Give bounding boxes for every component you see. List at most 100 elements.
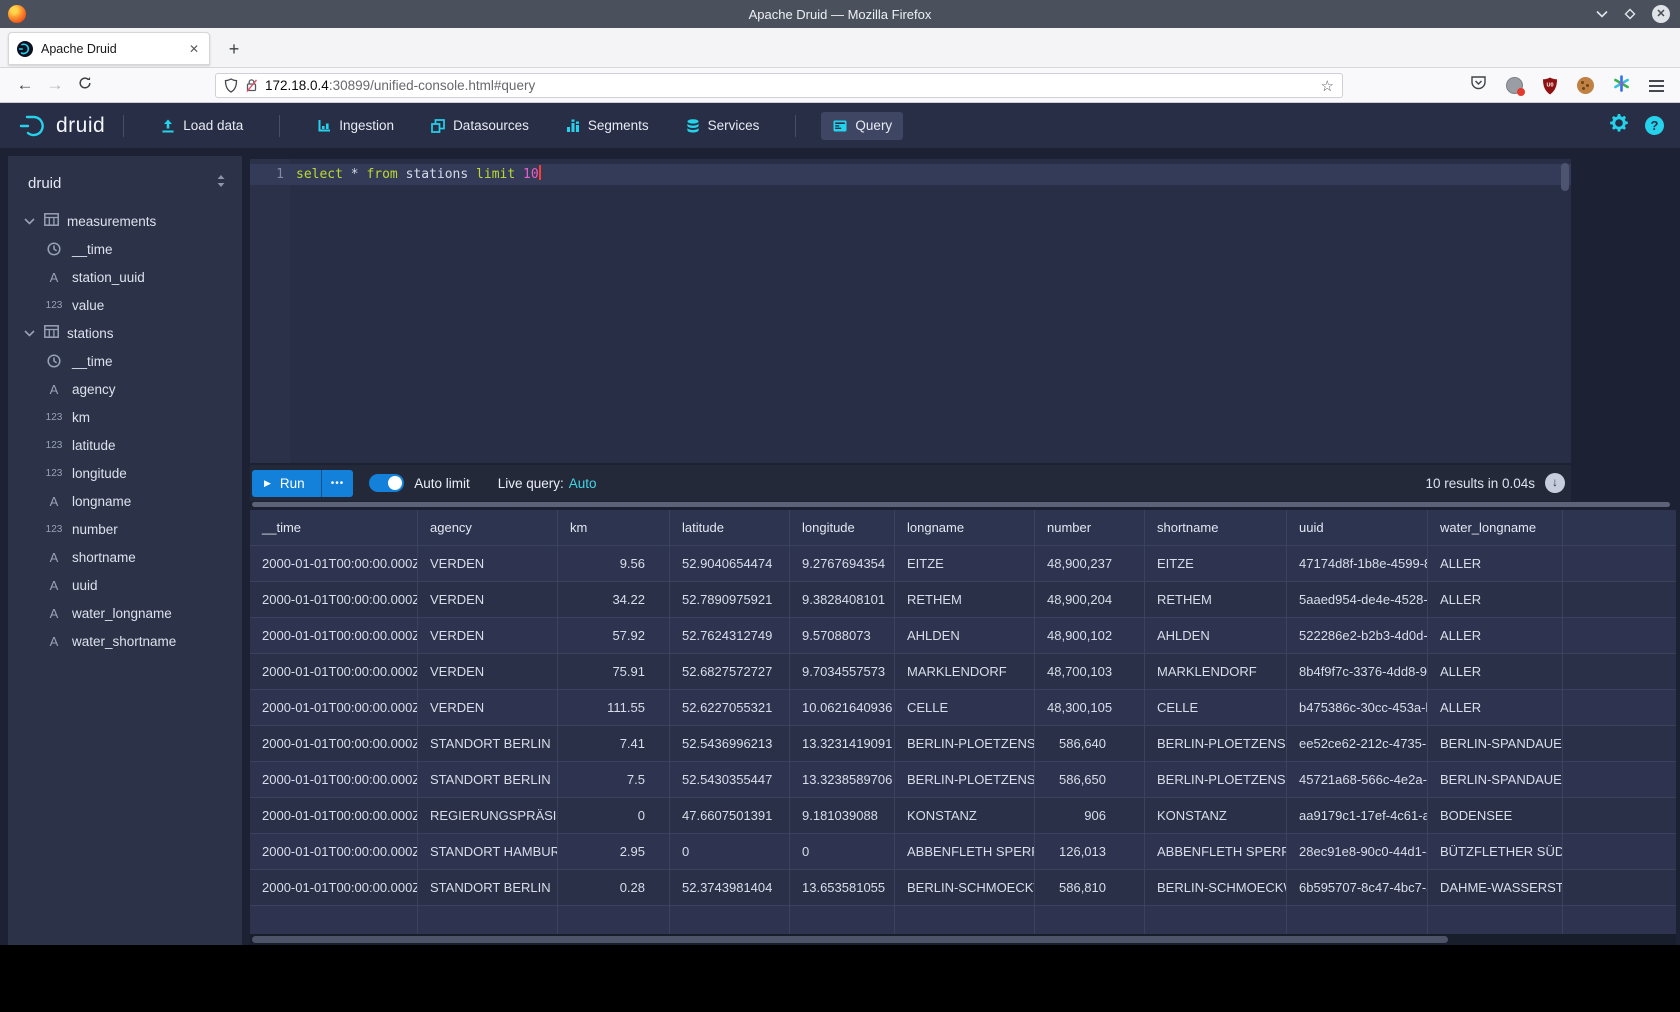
table-cell-water_longname[interactable]: BERLIN-SPANDAUER-S: [1428, 762, 1563, 797]
table-cell-number[interactable]: 586,650: [1035, 762, 1145, 797]
sidebar-column-water_longname[interactable]: Awater_longname: [8, 599, 242, 627]
table-cell-__time[interactable]: 2000-01-01T00:00:00.000Z: [250, 726, 418, 761]
table-cell-water_longname[interactable]: BÜTZFLETHER SÜDERE: [1428, 834, 1563, 869]
table-cell-water_longname[interactable]: ALLER: [1428, 690, 1563, 725]
column-header-water_longname[interactable]: water_longname: [1428, 510, 1563, 545]
table-cell-latitude[interactable]: 52.7890975921: [670, 582, 790, 617]
table-cell-latitude[interactable]: 52.9040654474: [670, 546, 790, 581]
reload-icon[interactable]: [70, 75, 100, 95]
table-cell-agency[interactable]: VERDEN: [418, 690, 558, 725]
table-cell-number[interactable]: 48,900,237: [1035, 546, 1145, 581]
table-cell-shortname[interactable]: KONSTANZ: [1145, 798, 1287, 833]
table-cell-agency[interactable]: STANDORT BERLIN: [418, 726, 558, 761]
sidebar-column-__time[interactable]: __time: [8, 347, 242, 375]
lock-insecure-icon[interactable]: [245, 78, 258, 93]
table-cell-number[interactable]: 906: [1035, 798, 1145, 833]
column-header-longname[interactable]: longname: [895, 510, 1035, 545]
table-cell-uuid[interactable]: b475386c-30cc-453a-b3: [1287, 690, 1428, 725]
window-close-icon[interactable]: ✕: [1652, 5, 1670, 23]
table-cell-__time[interactable]: 2000-01-01T00:00:00.000Z: [250, 690, 418, 725]
table-cell-longname[interactable]: CELLE: [895, 690, 1035, 725]
table-cell-__time[interactable]: 2000-01-01T00:00:00.000Z: [250, 654, 418, 689]
table-cell-shortname[interactable]: BERLIN-SCHMOECKWITZ: [1145, 870, 1287, 905]
column-header-number[interactable]: number: [1035, 510, 1145, 545]
table-cell-__time[interactable]: 2000-01-01T00:00:00.000Z: [250, 798, 418, 833]
nav-item-load-data[interactable]: Load data: [149, 112, 254, 140]
table-cell-number[interactable]: 126,013: [1035, 834, 1145, 869]
sidebar-column-latitude[interactable]: 123latitude: [8, 431, 242, 459]
table-cell-longname[interactable]: RETHEM: [895, 582, 1035, 617]
column-header-__time[interactable]: __time: [250, 510, 418, 545]
column-header-longitude[interactable]: longitude: [790, 510, 895, 545]
url-text[interactable]: 172.18.0.4:30899/unified-console.html#qu…: [265, 78, 1321, 93]
table-cell-agency[interactable]: REGIERUNGSPRÄSIDIUM: [418, 798, 558, 833]
table-cell-km[interactable]: 7.41: [558, 726, 670, 761]
table-cell-agency[interactable]: STANDORT BERLIN: [418, 870, 558, 905]
help-icon[interactable]: ?: [1645, 116, 1664, 135]
table-cell-longitude[interactable]: 9.181039088: [790, 798, 895, 833]
table-cell-uuid[interactable]: 45721a68-566c-4e2a-a6: [1287, 762, 1428, 797]
horizontal-scrollbar-thumb[interactable]: [252, 936, 1448, 943]
table-cell-latitude[interactable]: 52.6827572727: [670, 654, 790, 689]
run-more-button[interactable]: •••: [321, 470, 354, 497]
table-cell-uuid[interactable]: 28ec91e8-90c0-44d1-8fc: [1287, 834, 1428, 869]
table-cell-agency[interactable]: STANDORT HAMBURG: [418, 834, 558, 869]
table-cell-km[interactable]: 2.95: [558, 834, 670, 869]
table-cell-uuid[interactable]: ee52ce62-212c-4735-b4: [1287, 726, 1428, 761]
pocket-icon[interactable]: [1470, 75, 1487, 96]
run-button[interactable]: ▶ Run: [252, 470, 321, 497]
table-cell-km[interactable]: 7.5: [558, 762, 670, 797]
table-cell-number[interactable]: 586,810: [1035, 870, 1145, 905]
table-cell-uuid[interactable]: 522286e2-b2b3-4d0d-9a: [1287, 618, 1428, 653]
table-cell-water_longname[interactable]: BERLIN-SPANDAUER-S: [1428, 726, 1563, 761]
table-cell-longname[interactable]: ABBENFLETH SPERRWEI: [895, 834, 1035, 869]
sidebar-column-km[interactable]: 123km: [8, 403, 242, 431]
table-cell-__time[interactable]: 2000-01-01T00:00:00.000Z: [250, 546, 418, 581]
table-cell-shortname[interactable]: EITZE: [1145, 546, 1287, 581]
table-cell-shortname[interactable]: AHLDEN: [1145, 618, 1287, 653]
sidebar-column-uuid[interactable]: Auuid: [8, 571, 242, 599]
table-cell-water_longname[interactable]: ALLER: [1428, 546, 1563, 581]
table-cell-longname[interactable]: KONSTANZ: [895, 798, 1035, 833]
table-cell-number[interactable]: 48,700,103: [1035, 654, 1145, 689]
table-cell-latitude[interactable]: 52.5436996213: [670, 726, 790, 761]
nav-item-query[interactable]: Query: [821, 112, 903, 140]
nav-item-ingestion[interactable]: Ingestion: [305, 112, 405, 140]
table-cell-km[interactable]: 0.28: [558, 870, 670, 905]
table-cell-latitude[interactable]: 52.7624312749: [670, 618, 790, 653]
table-cell-longname[interactable]: MARKLENDORF: [895, 654, 1035, 689]
table-cell-longitude[interactable]: 9.7034557573: [790, 654, 895, 689]
table-cell-__time[interactable]: 2000-01-01T00:00:00.000Z: [250, 834, 418, 869]
table-cell-agency[interactable]: VERDEN: [418, 618, 558, 653]
table-cell-water_longname[interactable]: ALLER: [1428, 618, 1563, 653]
sidebar-column-longname[interactable]: Alongname: [8, 487, 242, 515]
sidebar-table-stations[interactable]: stations: [8, 319, 242, 347]
table-cell-latitude[interactable]: 47.6607501391: [670, 798, 790, 833]
table-cell-water_longname[interactable]: BODENSEE: [1428, 798, 1563, 833]
nav-item-services[interactable]: Services: [674, 112, 771, 140]
window-minimize-icon[interactable]: [1596, 10, 1608, 18]
table-cell-km[interactable]: 57.92: [558, 618, 670, 653]
tab-close-icon[interactable]: ✕: [187, 42, 201, 56]
table-cell-shortname[interactable]: ABBENFLETH SPERRWEI: [1145, 834, 1287, 869]
table-cell-longname[interactable]: AHLDEN: [895, 618, 1035, 653]
sidebar-column-water_shortname[interactable]: Awater_shortname: [8, 627, 242, 655]
panel-resize-handle[interactable]: [252, 502, 1670, 507]
table-cell-longitude[interactable]: 10.0621640936: [790, 690, 895, 725]
table-cell-latitude[interactable]: 52.3743981404: [670, 870, 790, 905]
table-cell-agency[interactable]: VERDEN: [418, 654, 558, 689]
table-cell-shortname[interactable]: MARKLENDORF: [1145, 654, 1287, 689]
table-cell-uuid[interactable]: 6b595707-8c47-4bc7-a8: [1287, 870, 1428, 905]
column-header-agency[interactable]: agency: [418, 510, 558, 545]
table-cell-uuid[interactable]: 47174d8f-1b8e-4599-8a: [1287, 546, 1428, 581]
sidebar-column-station_uuid[interactable]: Astation_uuid: [8, 263, 242, 291]
table-cell-longname[interactable]: BERLIN-SCHMOECKWITZ: [895, 870, 1035, 905]
druid-logo[interactable]: druid: [18, 113, 105, 139]
table-cell-water_longname[interactable]: DAHME-WASSERSTRAS: [1428, 870, 1563, 905]
table-cell-uuid[interactable]: aa9179c1-17ef-4c61-a48: [1287, 798, 1428, 833]
table-cell-shortname[interactable]: CELLE: [1145, 690, 1287, 725]
extension-asterisk-icon[interactable]: [1613, 75, 1630, 97]
table-cell-__time[interactable]: 2000-01-01T00:00:00.000Z: [250, 618, 418, 653]
table-cell-km[interactable]: 34.22: [558, 582, 670, 617]
download-icon[interactable]: ↓: [1545, 473, 1565, 493]
